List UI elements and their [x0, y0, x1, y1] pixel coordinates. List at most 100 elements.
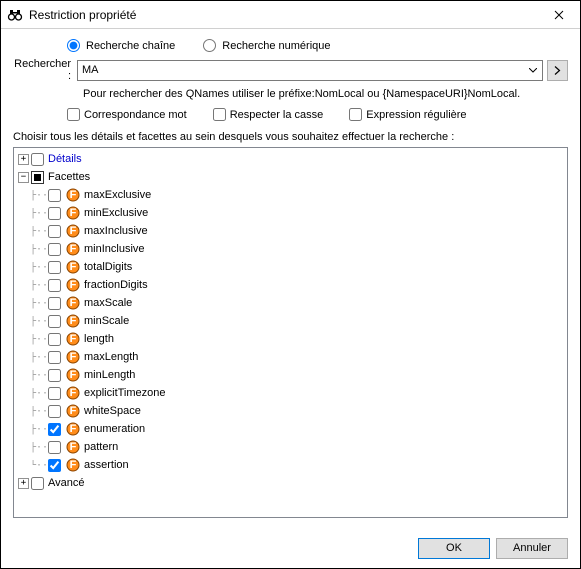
- tree-node-facet[interactable]: ├··FfractionDigits: [20, 276, 567, 294]
- binoculars-icon: [7, 7, 23, 23]
- radio-numeric-label: Recherche numérique: [222, 40, 330, 52]
- facet-icon: F: [66, 224, 80, 238]
- tree-node-facet[interactable]: ├··FmaxInclusive: [20, 222, 567, 240]
- facet-checkbox[interactable]: [48, 333, 61, 346]
- tree-node-advanced[interactable]: + Avancé: [14, 474, 567, 492]
- facet-icon: F: [66, 242, 80, 256]
- tree-node-facet[interactable]: ├··FtotalDigits: [20, 258, 567, 276]
- tree-node-facet[interactable]: ├··Fpattern: [20, 438, 567, 456]
- facet-label: maxScale: [84, 297, 132, 309]
- search-combobox[interactable]: MA: [77, 60, 543, 81]
- facet-label: length: [84, 333, 114, 345]
- tree-node-details[interactable]: + Détails: [14, 150, 567, 168]
- tree-node-facet[interactable]: ├··FmaxLength: [20, 348, 567, 366]
- tree-node-facet[interactable]: ├·· FmaxScale: [20, 294, 567, 312]
- facets-children: ├··FmaxExclusive ├··FminExclusive ├··Fma…: [14, 186, 567, 474]
- facet-icon: F: [66, 368, 80, 382]
- facet-checkbox[interactable]: [48, 315, 61, 328]
- tree-line: ├··: [24, 316, 48, 327]
- facet-checkbox[interactable]: [48, 243, 61, 256]
- match-case-checkbox[interactable]: Respecter la casse: [213, 108, 324, 121]
- radio-string-search[interactable]: Recherche chaîne: [67, 39, 175, 52]
- dialog-body: Recherche chaîne Recherche numérique Rec…: [1, 29, 580, 528]
- collapse-icon[interactable]: −: [18, 172, 29, 183]
- facet-icon: F: [66, 278, 80, 292]
- facet-checkbox[interactable]: [48, 387, 61, 400]
- facet-checkbox[interactable]: [48, 207, 61, 220]
- expander-icon[interactable]: +: [18, 154, 29, 165]
- facet-icon: F: [66, 422, 80, 436]
- svg-text:F: F: [70, 441, 77, 453]
- tree-line: ├··: [24, 208, 48, 219]
- search-row: Rechercher : MA: [13, 58, 568, 82]
- tree-node-facets[interactable]: − Facettes: [14, 168, 567, 186]
- tree-node-facet[interactable]: ├··FminInclusive: [20, 240, 567, 258]
- chevron-down-icon[interactable]: [525, 63, 540, 78]
- radio-numeric-search[interactable]: Recherche numérique: [203, 39, 330, 52]
- facet-icon: F: [66, 386, 80, 400]
- radio-string-input[interactable]: [67, 39, 80, 52]
- tree-node-facet[interactable]: ├··Flength: [20, 330, 567, 348]
- match-word-checkbox[interactable]: Correspondance mot: [67, 108, 187, 121]
- ok-button[interactable]: OK: [418, 538, 490, 559]
- facet-checkbox[interactable]: [48, 225, 61, 238]
- facet-icon: F: [66, 296, 80, 310]
- search-mode-row: Recherche chaîne Recherche numérique: [67, 39, 568, 52]
- facet-checkbox[interactable]: [48, 405, 61, 418]
- tree-node-facet[interactable]: ├··FexplicitTimezone: [20, 384, 567, 402]
- tree-node-facet[interactable]: ├··Fenumeration: [20, 420, 567, 438]
- tree-line: ├··: [24, 370, 48, 381]
- regex-input[interactable]: [349, 108, 362, 121]
- facet-checkbox[interactable]: [48, 279, 61, 292]
- svg-text:F: F: [70, 225, 77, 237]
- tree-node-facet[interactable]: ├··FmaxExclusive: [20, 186, 567, 204]
- close-button[interactable]: [538, 1, 580, 29]
- tree-node-facet[interactable]: ├··FminScale: [20, 312, 567, 330]
- svg-text:F: F: [70, 261, 77, 273]
- match-word-label: Correspondance mot: [84, 109, 187, 121]
- search-value: MA: [82, 64, 99, 76]
- match-case-input[interactable]: [213, 108, 226, 121]
- facet-icon: F: [66, 440, 80, 454]
- regex-checkbox[interactable]: Expression régulière: [349, 108, 466, 121]
- tree-node-facet[interactable]: ├··FwhiteSpace: [20, 402, 567, 420]
- qname-hint: Pour rechercher des QNames utiliser le p…: [83, 88, 568, 100]
- facet-label: maxInclusive: [84, 225, 148, 237]
- match-word-input[interactable]: [67, 108, 80, 121]
- facet-checkbox[interactable]: [48, 369, 61, 382]
- search-label: Rechercher :: [13, 58, 77, 82]
- dialog-footer: OK Annuler: [1, 528, 580, 568]
- expander-icon[interactable]: +: [18, 478, 29, 489]
- radio-numeric-input[interactable]: [203, 39, 216, 52]
- tree-line: ├··: [24, 388, 48, 399]
- facet-checkbox[interactable]: [48, 261, 61, 274]
- svg-text:F: F: [70, 297, 77, 309]
- tree-line: ├··: [24, 298, 48, 309]
- facet-checkbox[interactable]: [48, 441, 61, 454]
- details-checkbox[interactable]: [31, 153, 44, 166]
- tree-node-facet[interactable]: ├··FminLength: [20, 366, 567, 384]
- svg-text:F: F: [70, 207, 77, 219]
- facet-checkbox[interactable]: [48, 189, 61, 202]
- facet-label: maxLength: [84, 351, 138, 363]
- facet-icon: F: [66, 206, 80, 220]
- dialog-window: Restriction propriété Recherche chaîne R…: [0, 0, 581, 569]
- cancel-button[interactable]: Annuler: [496, 538, 568, 559]
- tree-view[interactable]: + Détails − Facettes ├··FmaxExclusive ├·…: [13, 147, 568, 518]
- facet-checkbox[interactable]: [48, 351, 61, 364]
- tree-line: ├··: [24, 262, 48, 273]
- facet-icon: F: [66, 404, 80, 418]
- regex-label: Expression régulière: [366, 109, 466, 121]
- tree-node-facet[interactable]: ├··FminExclusive: [20, 204, 567, 222]
- facet-checkbox[interactable]: [48, 297, 61, 310]
- svg-text:F: F: [70, 279, 77, 291]
- tree-line: ├··: [24, 280, 48, 291]
- tree-node-facet[interactable]: └··Fassertion: [20, 456, 567, 474]
- search-go-button[interactable]: [547, 60, 568, 81]
- facet-checkbox[interactable]: [48, 459, 61, 472]
- facets-checkbox-indeterminate[interactable]: [31, 171, 44, 184]
- close-icon: [554, 10, 564, 20]
- ok-label: OK: [446, 542, 462, 554]
- facet-checkbox[interactable]: [48, 423, 61, 436]
- advanced-checkbox[interactable]: [31, 477, 44, 490]
